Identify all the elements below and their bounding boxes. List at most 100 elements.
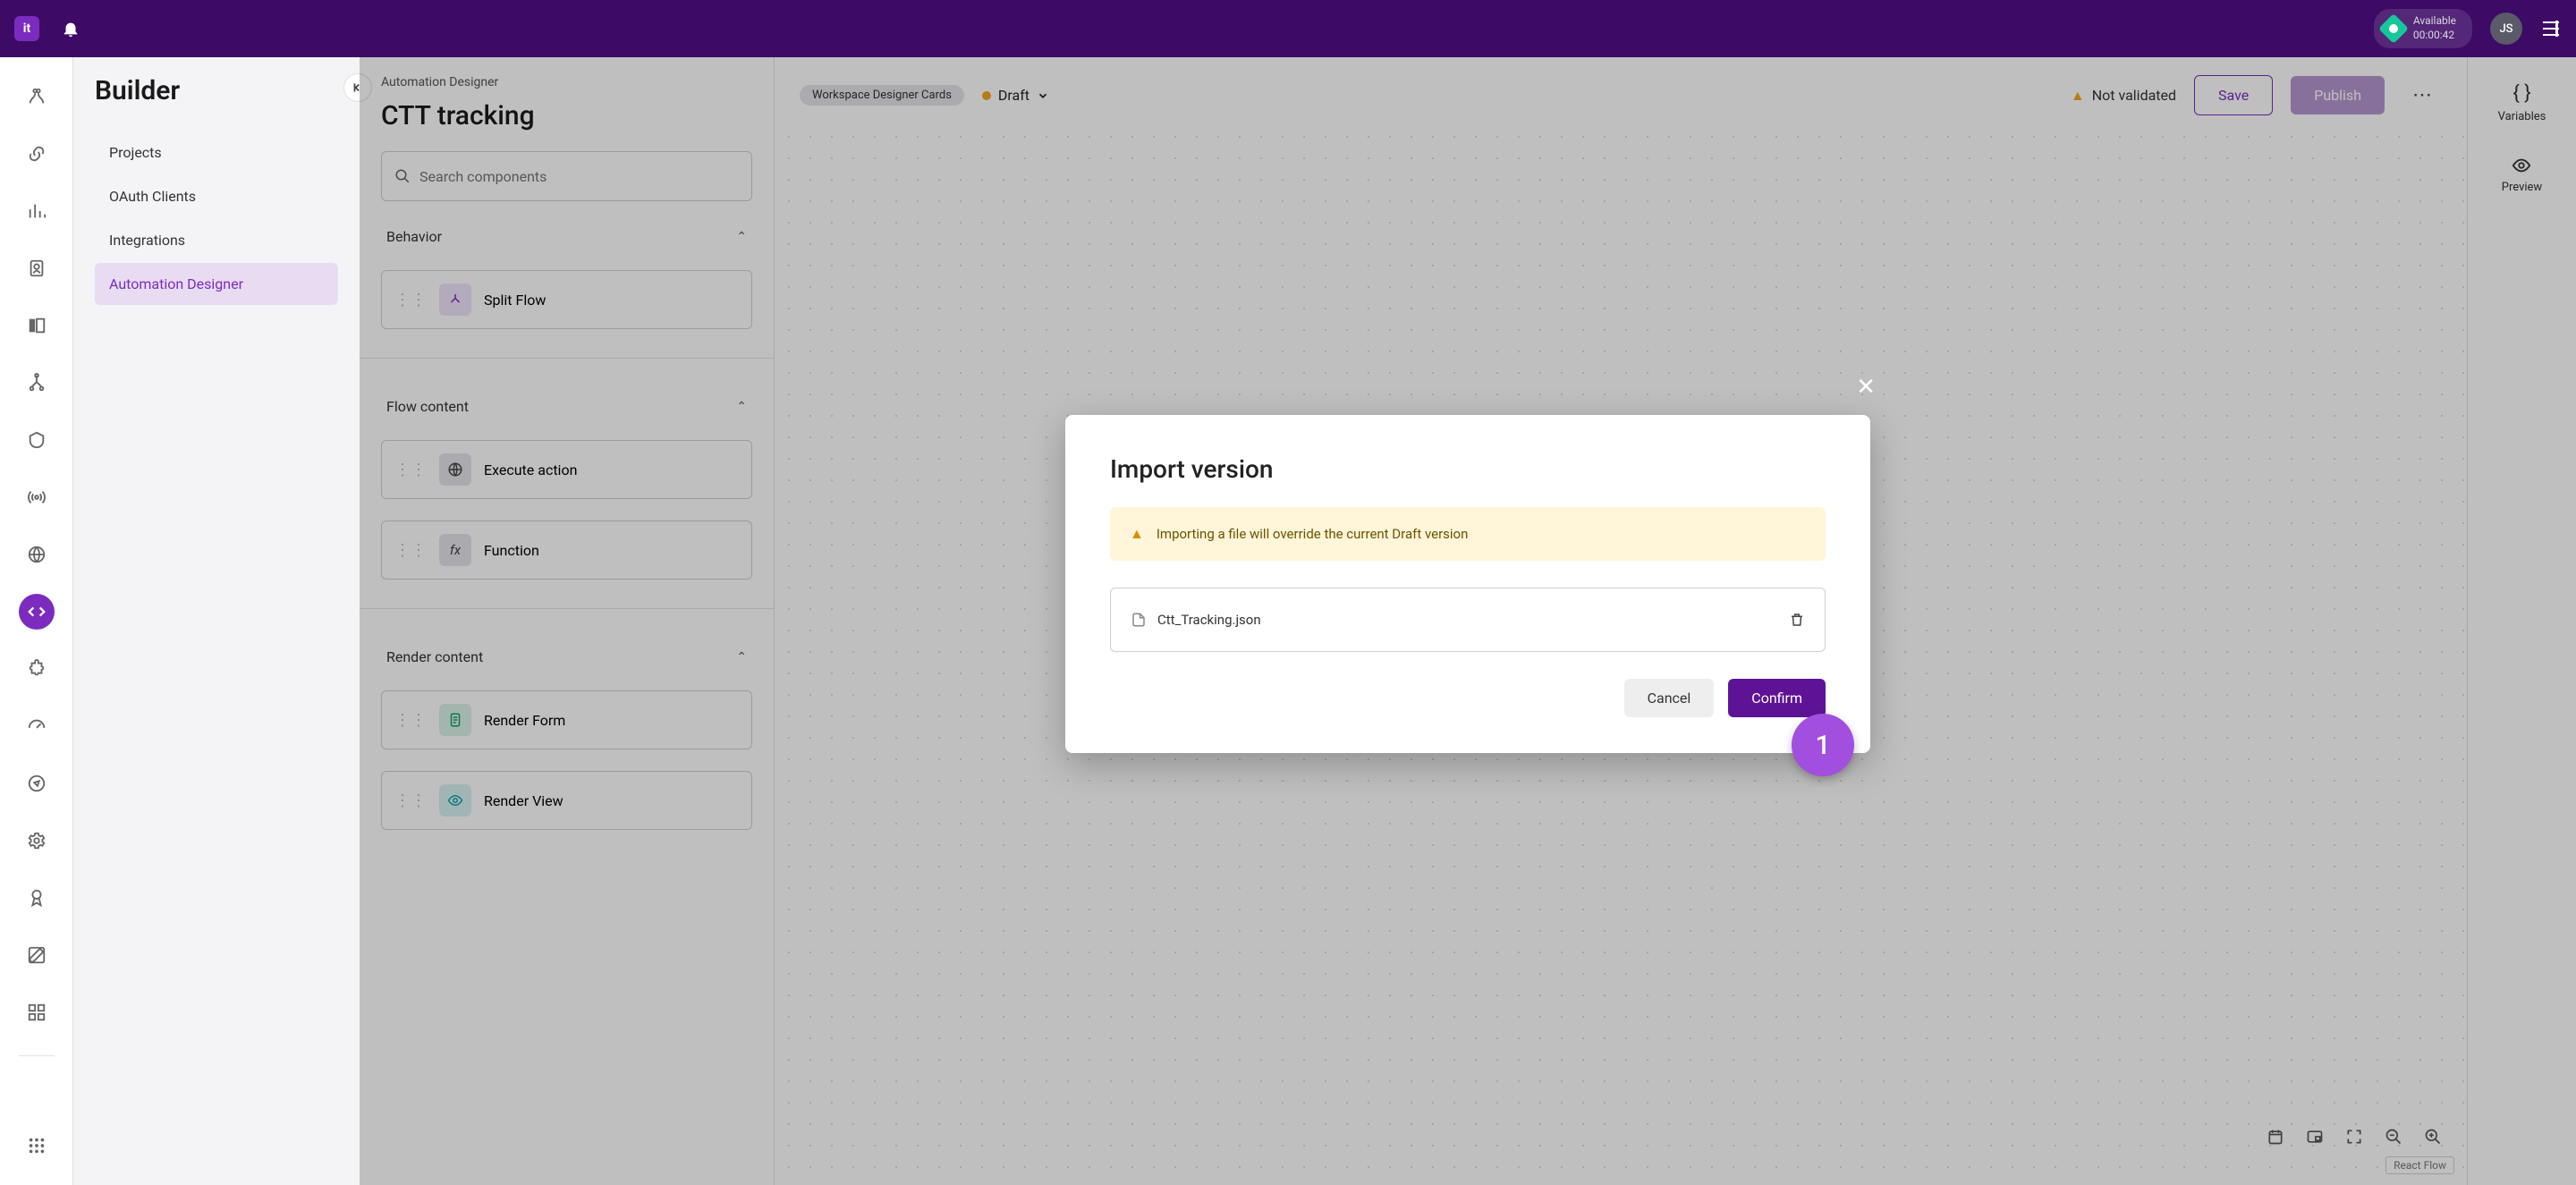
menu-icon[interactable] bbox=[2540, 18, 2562, 39]
more-menu-icon[interactable]: ⋯ bbox=[2402, 84, 2442, 106]
globe-icon bbox=[439, 453, 471, 486]
cancel-button[interactable]: Cancel bbox=[1624, 679, 1715, 717]
component-label: Split Flow bbox=[484, 292, 546, 309]
save-button[interactable]: Save bbox=[2194, 75, 2273, 115]
eye-icon bbox=[2512, 156, 2531, 175]
publish-button[interactable]: Publish bbox=[2291, 76, 2385, 114]
rail-icon-extension[interactable] bbox=[19, 651, 55, 687]
import-warning-alert: ▲ Importing a file will override the cur… bbox=[1110, 507, 1826, 561]
warning-icon: ▲ bbox=[1130, 525, 1144, 543]
split-icon bbox=[439, 284, 471, 316]
zoom-out-icon[interactable] bbox=[2385, 1128, 2402, 1146]
file-icon bbox=[1131, 612, 1147, 628]
builder-sidebar: Builder Projects OAuth Clients Integrati… bbox=[73, 57, 360, 1185]
rail-icon-merge[interactable] bbox=[19, 365, 55, 401]
rail-icon-widgets[interactable] bbox=[19, 995, 55, 1030]
search-icon bbox=[394, 168, 411, 184]
drag-handle-icon[interactable]: ⋮⋮ bbox=[394, 461, 427, 479]
rail-icon-edit[interactable] bbox=[19, 937, 55, 973]
drag-handle-icon[interactable]: ⋮⋮ bbox=[394, 711, 427, 730]
rail-icon-link[interactable] bbox=[19, 136, 55, 172]
component-label: Function bbox=[484, 542, 539, 559]
components-panel: Automation Designer CTT tracking Behavio… bbox=[360, 57, 775, 1185]
component-label: Render Form bbox=[484, 712, 565, 729]
chevron-up-icon: ⌃ bbox=[736, 650, 747, 664]
rail-icon-broadcast[interactable] bbox=[19, 479, 55, 515]
rail-icon-code[interactable] bbox=[19, 594, 55, 630]
validation-status: ▲ Not validated bbox=[2071, 87, 2176, 105]
confirm-button[interactable]: Confirm bbox=[1728, 679, 1826, 717]
page-title: CTT tracking bbox=[381, 100, 535, 131]
rail-icon-bars[interactable] bbox=[19, 193, 55, 229]
section-flow-content[interactable]: Flow content ⌃ bbox=[381, 382, 752, 424]
drag-handle-icon[interactable]: ⋮⋮ bbox=[394, 541, 427, 560]
uploaded-file-row: Ctt_Tracking.json bbox=[1110, 588, 1826, 652]
avatar[interactable]: JS bbox=[2490, 13, 2522, 45]
component-execute-action[interactable]: ⋮⋮ Execute action bbox=[381, 440, 752, 499]
divider bbox=[360, 358, 774, 359]
presence-icon bbox=[2378, 13, 2409, 44]
component-render-form[interactable]: ⋮⋮ Render Form bbox=[381, 690, 752, 749]
fullscreen-icon[interactable] bbox=[2345, 1128, 2363, 1146]
apps-grid-icon[interactable] bbox=[19, 1128, 55, 1164]
breadcrumb[interactable]: Automation Designer bbox=[381, 75, 752, 89]
rail-icon-settings[interactable] bbox=[19, 823, 55, 859]
sidebar-item-projects[interactable]: Projects bbox=[95, 131, 338, 174]
component-render-view[interactable]: ⋮⋮ Render View bbox=[381, 771, 752, 830]
component-label: Render View bbox=[484, 792, 564, 809]
sidebar-item-integrations[interactable]: Integrations bbox=[95, 219, 338, 261]
topbar: it Available 00:00:42 JS bbox=[0, 0, 2576, 57]
rail-divider bbox=[19, 1055, 55, 1056]
app-logo[interactable]: it bbox=[14, 16, 39, 41]
presence-pill[interactable]: Available 00:00:42 bbox=[2374, 9, 2472, 47]
builder-title: Builder bbox=[95, 75, 338, 106]
uploaded-filename: Ctt_Tracking.json bbox=[1157, 612, 1778, 628]
zoom-in-icon[interactable] bbox=[2424, 1128, 2442, 1146]
step-badge: 1 bbox=[1792, 714, 1854, 776]
sidebar-item-automation-designer[interactable]: Automation Designer bbox=[95, 263, 338, 305]
form-icon bbox=[439, 704, 471, 736]
rail-icon-award[interactable] bbox=[19, 880, 55, 916]
search-components[interactable] bbox=[381, 151, 752, 201]
presence-label: Available bbox=[2413, 14, 2456, 29]
chevron-up-icon: ⌃ bbox=[736, 400, 747, 414]
rail-icon-db[interactable] bbox=[19, 422, 55, 458]
divider bbox=[360, 608, 774, 609]
minimap-icon[interactable] bbox=[2306, 1128, 2324, 1146]
component-split-flow[interactable]: ⋮⋮ Split Flow bbox=[381, 270, 752, 329]
function-icon: fx bbox=[439, 534, 471, 566]
draft-status[interactable]: Draft bbox=[982, 87, 1049, 104]
rail-icon-routing[interactable] bbox=[19, 79, 55, 114]
drag-handle-icon[interactable]: ⋮⋮ bbox=[394, 291, 427, 309]
modal-title: Import version bbox=[1110, 454, 1826, 484]
rail-icon-globe[interactable] bbox=[19, 537, 55, 572]
collapse-sidebar-button[interactable] bbox=[343, 73, 372, 102]
variables-button[interactable]: { } Variables bbox=[2498, 82, 2546, 123]
icon-rail bbox=[0, 57, 73, 1185]
section-behavior[interactable]: Behavior ⌃ bbox=[381, 212, 752, 254]
chevron-up-icon: ⌃ bbox=[736, 230, 747, 244]
component-function[interactable]: ⋮⋮ fx Function bbox=[381, 521, 752, 580]
drag-handle-icon[interactable]: ⋮⋮ bbox=[394, 791, 427, 810]
chevron-down-icon bbox=[1037, 89, 1049, 102]
notifications-icon[interactable] bbox=[61, 19, 80, 38]
rail-icon-gauge[interactable] bbox=[19, 708, 55, 744]
braces-icon: { } bbox=[2512, 82, 2530, 105]
rail-icon-layout[interactable] bbox=[19, 308, 55, 343]
rail-icon-contacts[interactable] bbox=[19, 250, 55, 286]
reactflow-attribution: React Flow bbox=[2385, 1156, 2454, 1174]
calendar-icon[interactable] bbox=[2267, 1128, 2284, 1146]
delete-file-icon[interactable] bbox=[1789, 612, 1805, 628]
preview-button[interactable]: Preview bbox=[2502, 156, 2542, 194]
import-version-modal: ✕ Import version ▲ Importing a file will… bbox=[1065, 415, 1870, 753]
warning-icon: ▲ bbox=[2071, 87, 2085, 105]
close-icon[interactable]: ✕ bbox=[1856, 374, 1876, 401]
status-dot-icon bbox=[982, 91, 991, 100]
component-label: Execute action bbox=[484, 461, 577, 478]
rail-icon-compass[interactable] bbox=[19, 766, 55, 801]
eye-icon bbox=[439, 784, 471, 817]
workspace-chip: Workspace Designer Cards bbox=[800, 85, 964, 106]
sidebar-item-oauth[interactable]: OAuth Clients bbox=[95, 175, 338, 217]
section-render-content[interactable]: Render content ⌃ bbox=[381, 632, 752, 674]
search-input[interactable] bbox=[419, 168, 739, 185]
